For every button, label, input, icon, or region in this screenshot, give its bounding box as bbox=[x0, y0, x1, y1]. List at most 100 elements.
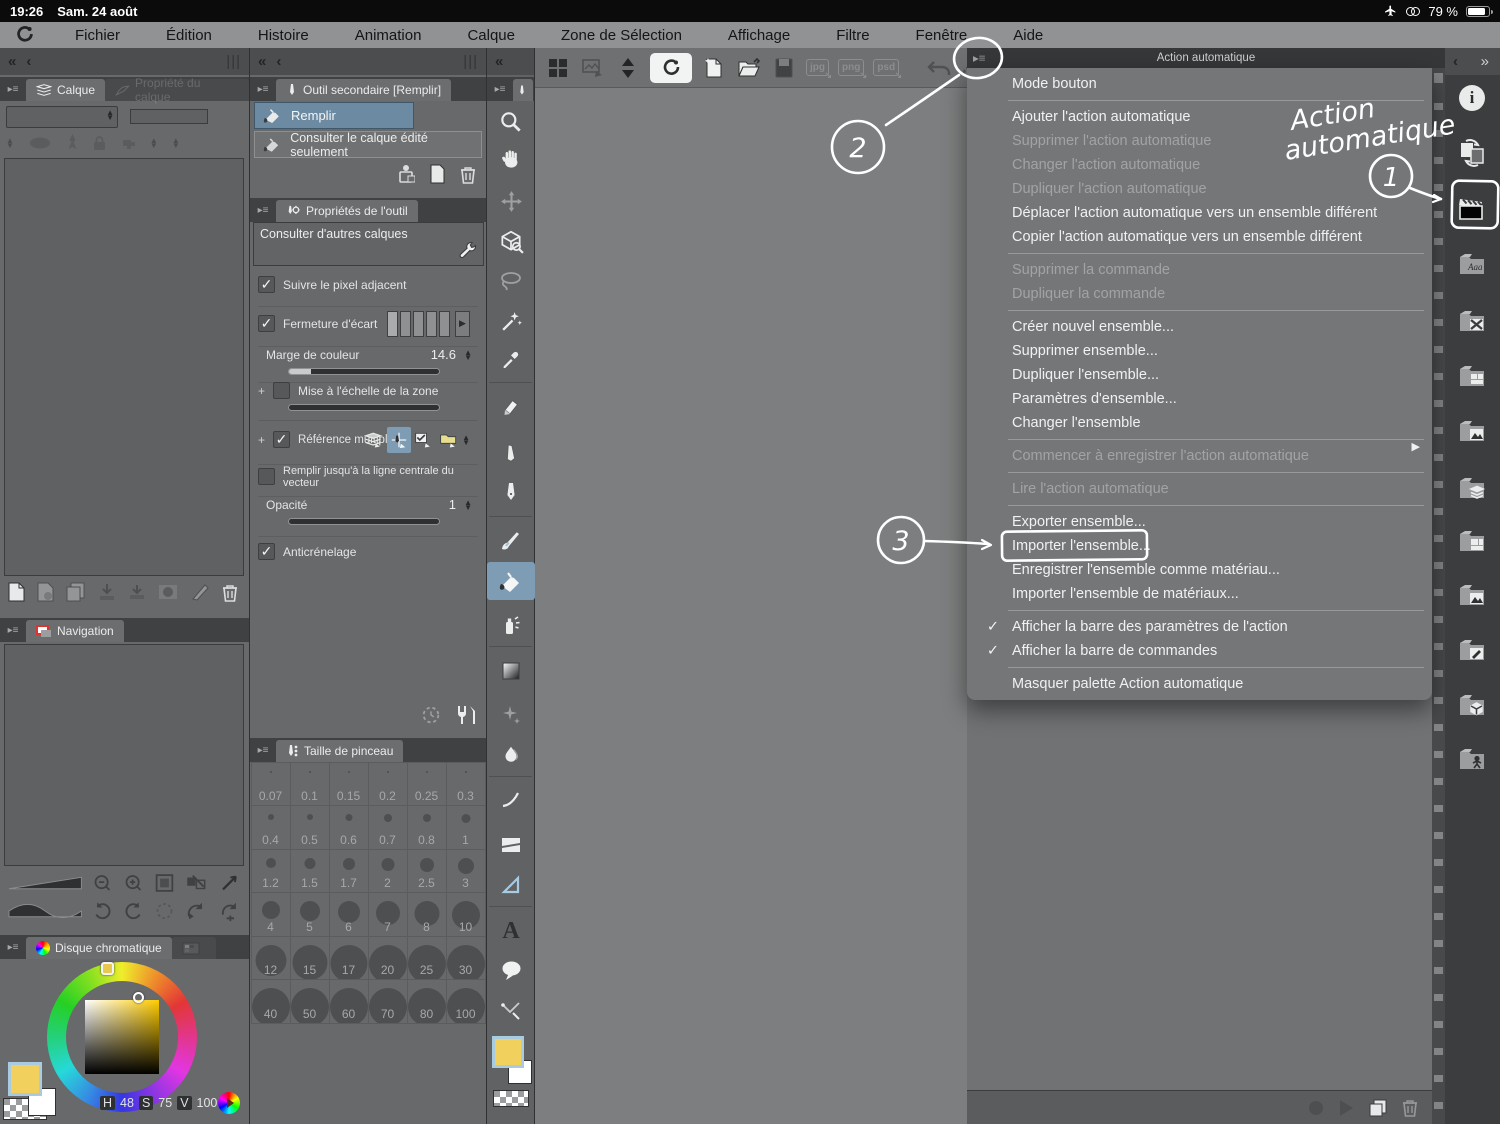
menu-item[interactable]: Calque bbox=[444, 27, 538, 44]
panel-menu-icon[interactable]: ▸≡ bbox=[0, 77, 26, 101]
menu-item[interactable]: Supprimer la commande ▶ bbox=[967, 258, 1432, 282]
brush-size-cell[interactable]: 0.8 bbox=[407, 805, 447, 850]
menu-item[interactable]: Changer l'ensemble ▶ bbox=[967, 411, 1432, 435]
tab-taille-pinceau[interactable]: Taille de pinceau bbox=[276, 740, 403, 762]
tool-brush[interactable] bbox=[487, 522, 535, 560]
layer-stepper-3-icon[interactable]: ▲▼ bbox=[172, 138, 180, 148]
menu-item[interactable]: Dupliquer la commande ▶ bbox=[967, 282, 1432, 306]
new-subtool-icon[interactable] bbox=[429, 164, 446, 184]
rotate-slider[interactable] bbox=[8, 902, 82, 920]
undo-icon[interactable] bbox=[926, 55, 952, 81]
palette-menu-icon[interactable]: ▸≡ bbox=[973, 51, 985, 65]
rotate-left-icon[interactable] bbox=[92, 900, 113, 922]
menu-item[interactable]: Changer l'action automatique ▶ bbox=[967, 153, 1432, 177]
ruler-pen-icon[interactable] bbox=[190, 583, 210, 601]
menu-item[interactable]: Enregistrer l'ensemble comme matériau...… bbox=[967, 558, 1432, 582]
menu-item[interactable]: Ajouter l'action automatique ▶ bbox=[967, 105, 1432, 129]
prop-suivre-pixel[interactable]: Suivre le pixel adjacent bbox=[258, 276, 478, 293]
export-psd-button[interactable]: psd bbox=[873, 59, 899, 76]
brush-size-cell[interactable]: 0.6 bbox=[329, 805, 369, 850]
tool-move[interactable] bbox=[487, 182, 535, 220]
brush-size-cell[interactable]: 2 bbox=[368, 849, 408, 894]
brush-size-cell[interactable]: 0.07 bbox=[251, 762, 291, 807]
toolbar-stepper-icon[interactable] bbox=[615, 55, 641, 81]
collapse-double-chevron-icon[interactable]: « bbox=[495, 53, 505, 70]
brush-size-cell[interactable]: 6 bbox=[329, 892, 369, 937]
workspace-grid-icon[interactable] bbox=[545, 55, 571, 81]
prop-mise-echelle[interactable]: + Mise à l'échelle de la zone bbox=[258, 382, 478, 398]
delete-subtool-trash-icon[interactable] bbox=[460, 165, 476, 184]
brush-size-cell[interactable]: 25 bbox=[407, 936, 447, 981]
prop-fermeture-ecart[interactable]: Fermeture d'écart ▶ bbox=[258, 306, 478, 340]
tool-frame-border[interactable] bbox=[487, 826, 535, 864]
panel-menu-icon[interactable]: ▸≡ bbox=[487, 77, 513, 101]
pin-icon[interactable] bbox=[66, 134, 79, 151]
tool-zoom[interactable] bbox=[487, 103, 535, 141]
menu-item[interactable]: Lire l'action automatique ▶ bbox=[967, 477, 1432, 501]
prop-opacite[interactable]: Opacité 1 ▲▼ bbox=[258, 496, 478, 512]
menu-item[interactable]: Afficher la barre de commandes ▶ bbox=[967, 639, 1432, 663]
navigation-preview[interactable] bbox=[4, 644, 244, 866]
tool-pen[interactable] bbox=[487, 474, 535, 512]
tab-navigation[interactable]: Navigation bbox=[26, 620, 124, 642]
tab-propriete-du-calque[interactable]: Propriété du calque bbox=[105, 79, 249, 101]
save-file-icon[interactable] bbox=[771, 55, 797, 81]
menu-item[interactable]: Importer l'ensemble... ▶ bbox=[967, 534, 1432, 558]
brush-size-cell[interactable]: 0.5 bbox=[290, 805, 330, 850]
sv-square[interactable] bbox=[85, 1000, 159, 1074]
ref-folder-icon[interactable] bbox=[437, 427, 461, 453]
collapse-double-chevron-icon[interactable]: « bbox=[258, 53, 268, 70]
marge-slider[interactable] bbox=[288, 368, 440, 375]
ref-stepper[interactable]: ▲▼ bbox=[462, 435, 470, 445]
checkbox-unchecked-icon[interactable] bbox=[258, 468, 275, 485]
tool-line-correct[interactable] bbox=[487, 992, 535, 1030]
flip-horizontal-icon[interactable] bbox=[185, 872, 208, 894]
menu-item[interactable]: Supprimer l'action automatique ▶ bbox=[967, 129, 1432, 153]
reset-zoom-icon[interactable] bbox=[218, 872, 241, 894]
menu-item[interactable]: Masquer palette Action automatique ▶ bbox=[967, 672, 1432, 696]
brush-size-cell[interactable]: 12 bbox=[251, 936, 291, 981]
drag-grip-icon[interactable]: ||| bbox=[463, 53, 478, 70]
sidebar-material-pattern-button[interactable] bbox=[1456, 305, 1488, 337]
menu-item[interactable]: ▶ bbox=[967, 501, 1432, 510]
collapse-chevron-icon[interactable]: ‹ bbox=[1453, 53, 1460, 70]
foreground-color-swatch[interactable] bbox=[492, 1036, 524, 1068]
subtool-consulter[interactable]: Consulter le calque édité seulement bbox=[254, 131, 482, 158]
brush-size-cell[interactable]: 1.5 bbox=[290, 849, 330, 894]
brush-size-cell[interactable]: 30 bbox=[446, 936, 486, 981]
layer-opacity-field[interactable] bbox=[130, 109, 208, 124]
lock-icon[interactable] bbox=[93, 135, 106, 151]
brush-size-cell[interactable]: 15 bbox=[290, 936, 330, 981]
menu-item[interactable]: Aide bbox=[990, 27, 1066, 44]
tool-eyedropper[interactable] bbox=[487, 340, 535, 378]
menu-item[interactable]: Dupliquer l'ensemble... ▶ bbox=[967, 363, 1432, 387]
tab-color-set[interactable] bbox=[172, 937, 216, 959]
brush-size-cell[interactable]: 8 bbox=[407, 892, 447, 937]
advanced-settings-icon[interactable] bbox=[454, 704, 478, 726]
menu-item[interactable]: Histoire bbox=[235, 27, 332, 44]
sidebar-material-layout-button[interactable] bbox=[1456, 360, 1488, 392]
brush-size-cell[interactable]: 70 bbox=[368, 979, 408, 1024]
merge-visible-icon[interactable] bbox=[128, 583, 146, 601]
tool-blend-paper[interactable] bbox=[487, 434, 535, 472]
menu-item[interactable]: Commencer à enregistrer l'action automat… bbox=[967, 444, 1432, 468]
expand-plus-icon[interactable]: + bbox=[258, 384, 265, 398]
menu-item[interactable]: Créer nouvel ensemble... ▶ bbox=[967, 315, 1432, 339]
sidebar-material-image2-button[interactable] bbox=[1456, 579, 1488, 611]
sidebar-material-pose-button[interactable] bbox=[1456, 743, 1488, 775]
brush-size-cell[interactable]: 4 bbox=[251, 892, 291, 937]
flip-view-icon[interactable] bbox=[185, 900, 208, 922]
lock-transparent-pixels-icon[interactable] bbox=[120, 135, 136, 151]
tab-tools[interactable] bbox=[513, 79, 533, 101]
tool-selection[interactable] bbox=[487, 262, 535, 300]
reset-view-icon[interactable] bbox=[218, 900, 241, 922]
brush-size-cell[interactable]: 0.15 bbox=[329, 762, 369, 807]
menu-item[interactable]: Affichage bbox=[705, 27, 813, 44]
duplicate-action-icon[interactable] bbox=[1368, 1098, 1388, 1118]
tab-disque-chromatique[interactable]: Disque chromatique bbox=[26, 937, 172, 959]
reset-settings-icon[interactable] bbox=[420, 704, 442, 726]
sidebar-material-edit-button[interactable] bbox=[1456, 634, 1488, 666]
tool-blend[interactable] bbox=[487, 736, 535, 774]
delete-action-trash-icon[interactable] bbox=[1402, 1098, 1418, 1117]
clip-studio-logo-icon[interactable] bbox=[14, 24, 36, 46]
